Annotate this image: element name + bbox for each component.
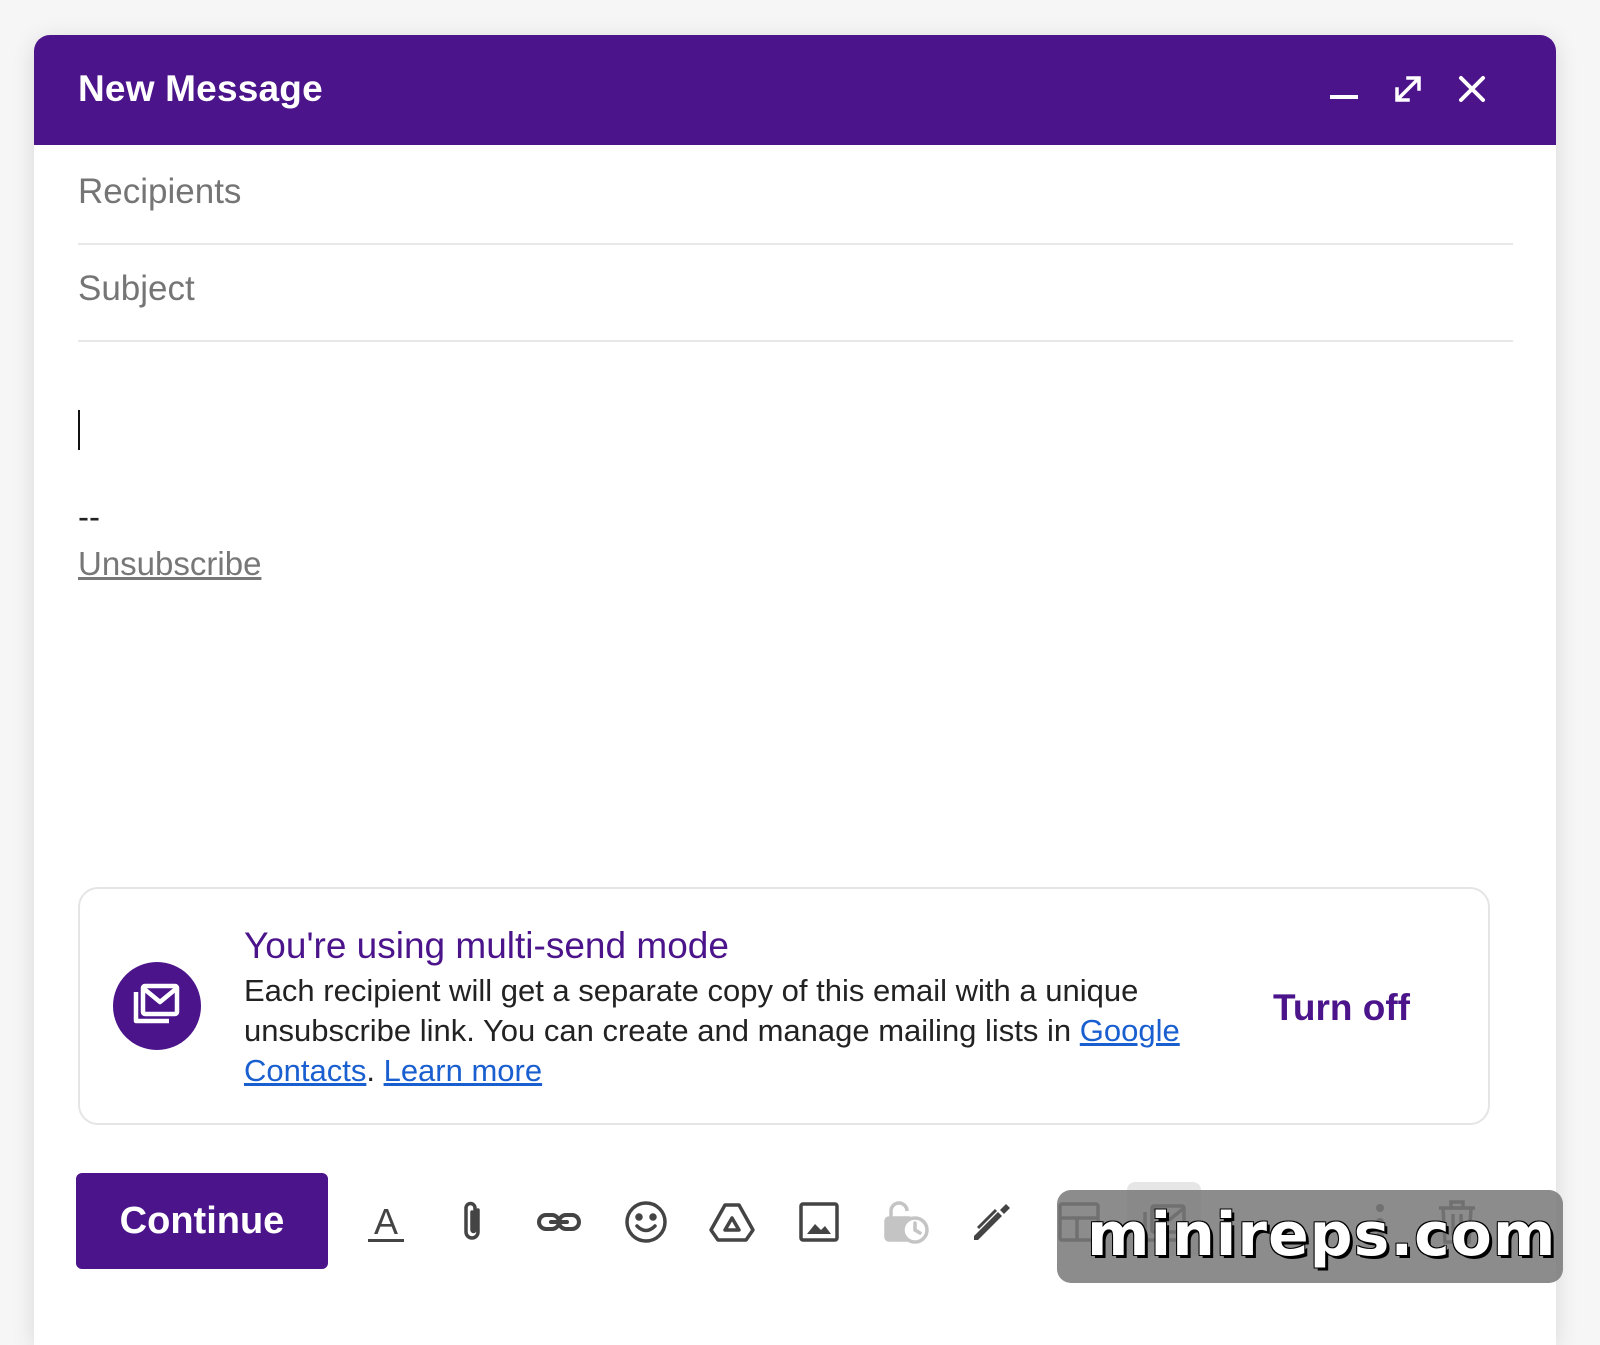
confidential-mode-icon[interactable]	[880, 1196, 932, 1248]
text-cursor	[78, 410, 80, 450]
subject-input[interactable]	[78, 267, 1513, 311]
link-icon[interactable]	[533, 1196, 585, 1248]
expand-icon[interactable]	[1384, 65, 1432, 113]
multi-send-banner: You're using multi-send mode Each recipi…	[78, 887, 1490, 1125]
window-title: New Message	[78, 68, 323, 109]
banner-text: Each recipient will get a separate copy …	[244, 973, 1139, 1048]
message-body[interactable]: -- Unsubscribe	[78, 370, 1513, 890]
emoji-icon[interactable]	[620, 1196, 672, 1248]
minimize-icon[interactable]	[1320, 65, 1368, 113]
format-text-icon[interactable]: A	[360, 1196, 412, 1248]
photo-icon[interactable]	[793, 1196, 845, 1248]
signature-separator: --	[78, 498, 100, 535]
signature-pen-icon[interactable]	[966, 1196, 1018, 1248]
unsubscribe-link[interactable]: Unsubscribe	[78, 545, 261, 583]
watermark-text: minireps.com	[1087, 1200, 1557, 1270]
learn-more-link[interactable]: Learn more	[384, 1053, 543, 1088]
subject-field	[78, 242, 1513, 342]
turn-off-button[interactable]: Turn off	[1273, 987, 1410, 1029]
recipients-field	[78, 145, 1513, 245]
close-icon[interactable]	[1448, 65, 1496, 113]
continue-button[interactable]: Continue	[76, 1173, 328, 1269]
compose-window: New Message -- Unsubscribe	[34, 35, 1556, 1345]
banner-separator: .	[366, 1053, 384, 1088]
recipients-input[interactable]	[78, 170, 1513, 214]
multi-send-badge-icon	[113, 962, 201, 1050]
banner-title: You're using multi-send mode	[244, 925, 729, 966]
watermark: minireps.com	[1057, 1190, 1563, 1283]
banner-description: Each recipient will get a separate copy …	[244, 971, 1244, 1091]
svg-text:A: A	[374, 1201, 398, 1242]
drive-icon[interactable]	[706, 1196, 758, 1248]
compose-header: New Message	[34, 35, 1556, 145]
attach-icon[interactable]	[446, 1196, 498, 1248]
